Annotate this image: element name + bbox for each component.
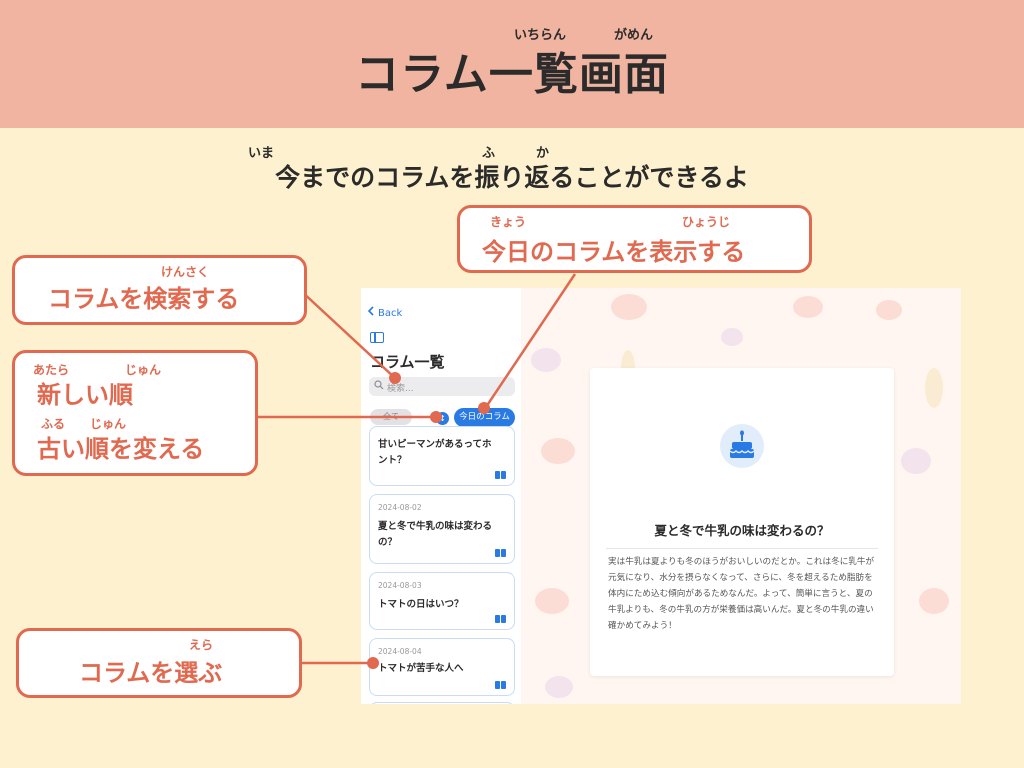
pattern-eggplant — [545, 676, 573, 698]
ruby-era: えら — [189, 638, 214, 652]
pattern-tomato — [611, 294, 647, 320]
callout-sort-line1: 新しい順 — [37, 381, 133, 409]
column-detail-pane: 夏と冬で牛乳の味は変わるの？ 実は牛乳は夏よりも冬のほうがおいしいのだとか。これ… — [521, 288, 961, 704]
cake-icon — [720, 424, 764, 468]
pattern-carrot — [925, 368, 943, 408]
column-card-date: 2024-08-03 — [378, 581, 422, 590]
search-placeholder: 検索... — [387, 384, 414, 394]
pattern-tomato — [876, 300, 902, 320]
book-icon — [495, 681, 506, 689]
callout-search-text: コラムを検索する — [48, 285, 240, 313]
sort-order-button[interactable]: ↕ — [436, 412, 449, 425]
callout-sort-order: あたら じゅん 新しい順 ふる じゅん 古い順を変える — [12, 350, 258, 476]
divider — [606, 548, 878, 549]
ruby-kyou: きょう — [490, 215, 527, 229]
pattern-eggplant — [721, 328, 743, 346]
sidebar-toggle-icon[interactable] — [370, 332, 384, 343]
list-title: コラム一覧 — [370, 353, 445, 371]
column-detail-card: 夏と冬で牛乳の味は変わるの？ 実は牛乳は夏よりも冬のほうがおいしいのだとか。これ… — [590, 368, 894, 676]
back-label: Back — [378, 308, 403, 319]
book-icon — [495, 471, 506, 479]
filter-today-button[interactable]: 今日のコラム — [454, 408, 515, 427]
callout-today-column: きょう ひょうじ 今日のコラムを表示する — [457, 205, 812, 273]
column-card-title: トマトの日はいつ？ — [378, 599, 464, 610]
filter-all-button[interactable]: 全て — [370, 409, 412, 425]
column-card-title: 甘いピーマンがあるってホント？ — [378, 439, 492, 466]
column-card[interactable]: 甘いピーマンがあるってホント？ — [369, 426, 515, 486]
back-button[interactable]: Back — [367, 306, 402, 319]
column-card-title: トマトが苦手な人へ — [378, 663, 464, 674]
chevron-left-icon — [367, 306, 374, 316]
callout-today-text: 今日のコラムを表示する — [482, 238, 746, 266]
pattern-eggplant — [901, 448, 931, 474]
pattern-eggplant — [531, 348, 561, 372]
callout-search: けんさく コラムを検索する — [12, 255, 307, 325]
column-list-pane: Back コラム一覧 検索... 全て ↕ 今日のコラム 甘いピーマンがあるって… — [361, 288, 522, 704]
pattern-tomato — [535, 588, 569, 614]
search-input[interactable]: 検索... — [369, 377, 515, 396]
book-icon — [495, 549, 506, 557]
column-card[interactable]: 2024-08-04 トマトが苦手な人へ — [369, 638, 515, 696]
pattern-tomato — [541, 438, 575, 464]
column-detail-body: 実は牛乳は夏よりも冬のほうがおいしいのだとか。これは冬に乳牛が元気になり、水分を… — [608, 557, 875, 631]
column-card-date: 2024-08-02 — [378, 503, 422, 512]
column-card-title: 夏と冬で牛乳の味は変わるの？ — [378, 521, 493, 548]
callout-select-column: えら コラムを選ぶ — [16, 628, 302, 698]
column-detail-title: 夏と冬で牛乳の味は変わるの？ — [654, 523, 830, 538]
column-card[interactable]: 2024-08-02 夏と冬で牛乳の味は変わるの？ — [369, 494, 515, 564]
callout-select-text: コラムを選ぶ — [79, 659, 223, 687]
pattern-tomato — [919, 588, 949, 614]
column-card[interactable] — [369, 702, 515, 704]
book-icon — [495, 615, 506, 623]
ruby-kensaku: けんさく — [161, 265, 210, 279]
sort-icon: ↕ — [439, 414, 446, 423]
ruby-hyouji: ひょうじ — [682, 215, 731, 229]
column-card-date: 2024-08-04 — [378, 647, 422, 656]
pattern-tomato — [793, 296, 823, 318]
column-card[interactable]: 2024-08-03 トマトの日はいつ？ — [369, 572, 515, 630]
search-icon — [374, 380, 384, 390]
page-subtitle: 今までのコラムを振り返ることができるよ — [275, 163, 749, 192]
app-screenshot: Back コラム一覧 検索... 全て ↕ 今日のコラム 甘いピーマンがあるって… — [361, 288, 961, 704]
page-title: コラム一覧画面 — [355, 49, 669, 100]
callout-sort-line2: 古い順を変える — [37, 435, 205, 463]
